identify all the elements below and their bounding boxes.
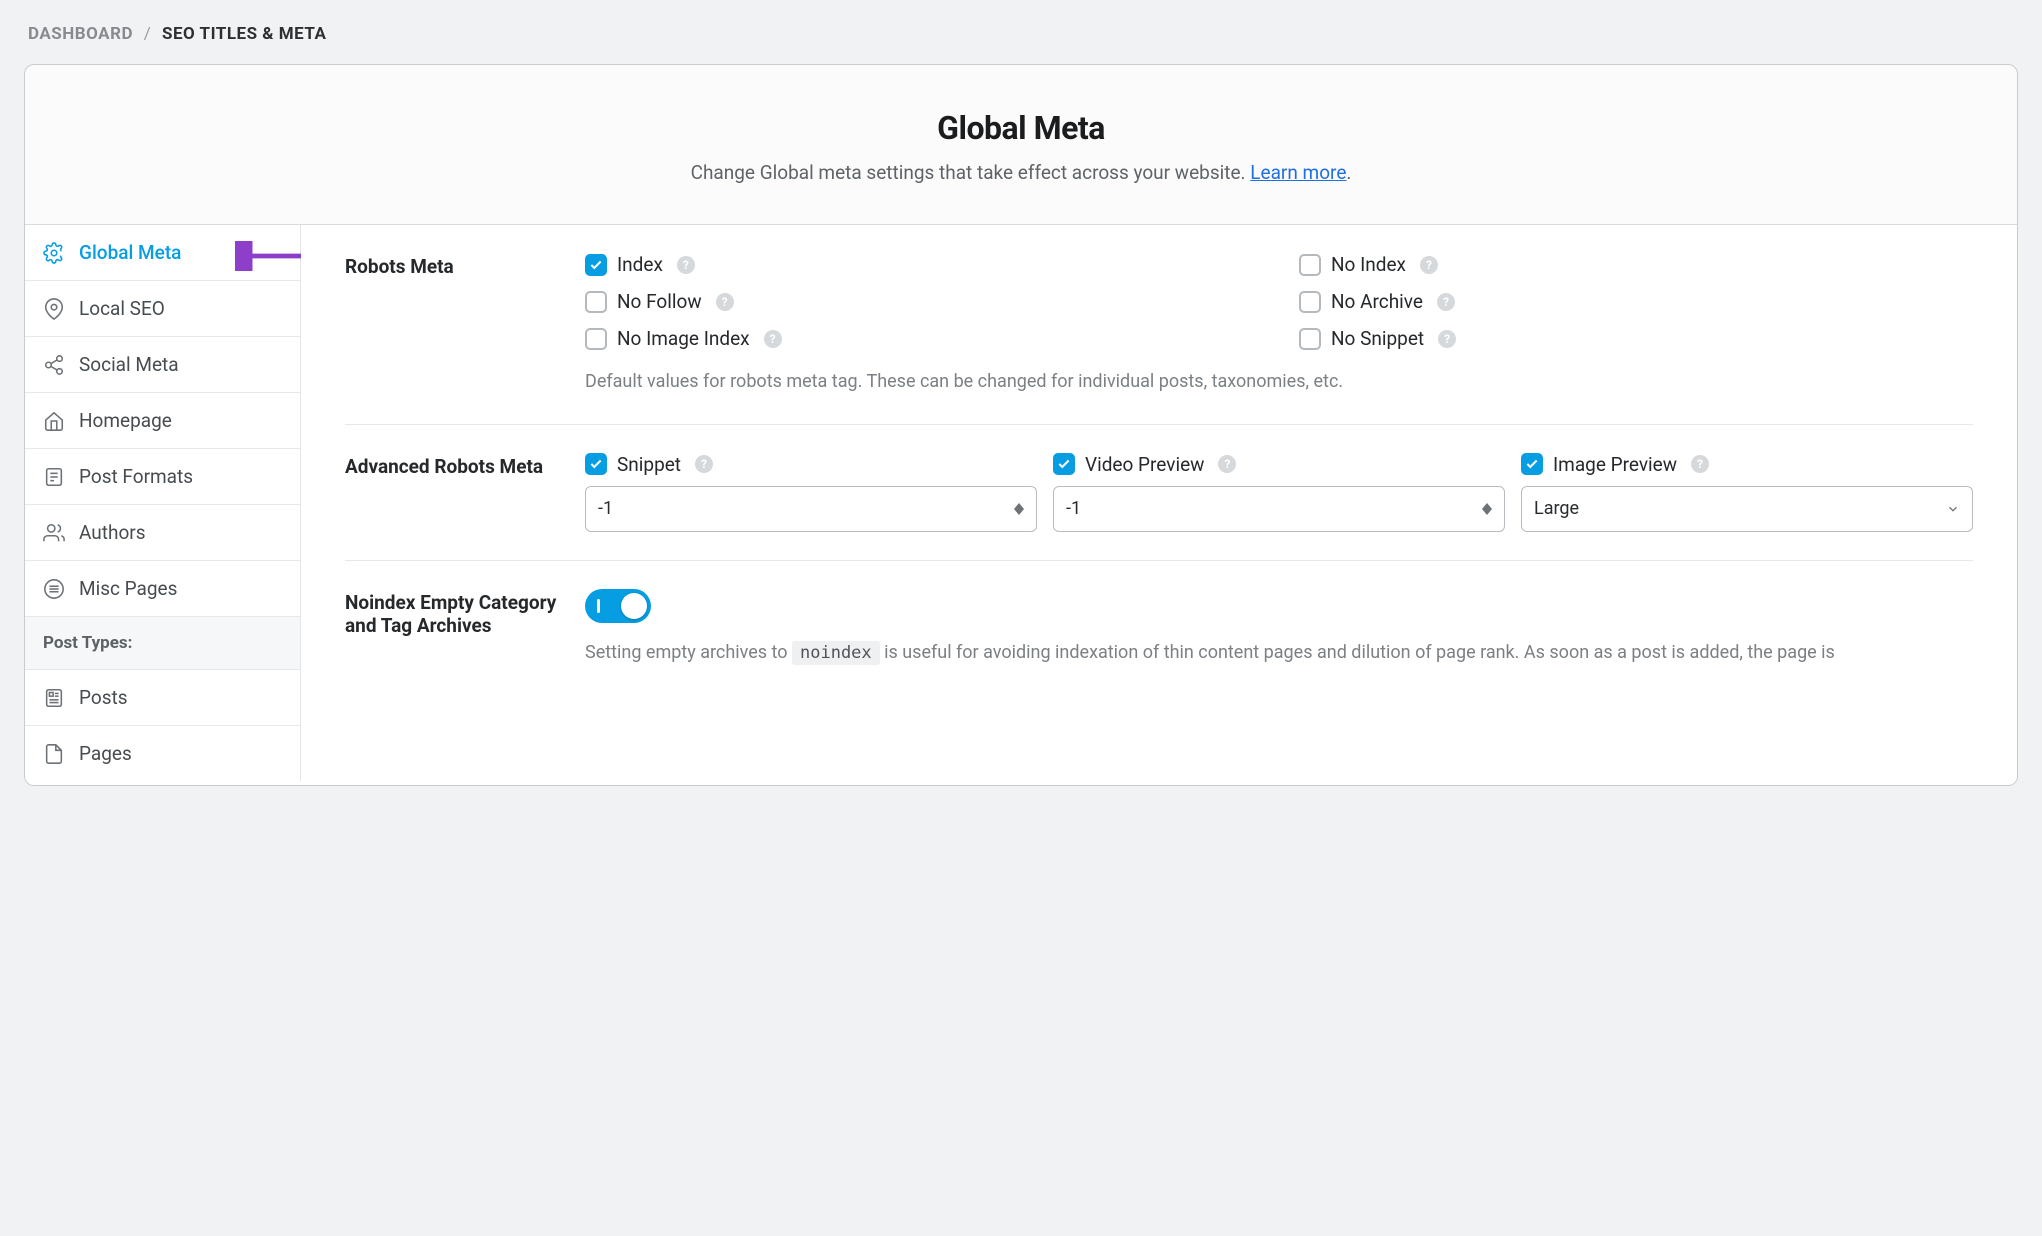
- advanced-robots-label: Advanced Robots Meta: [345, 453, 581, 532]
- settings-card: Global Meta Change Global meta settings …: [24, 64, 2018, 786]
- breadcrumb-dashboard[interactable]: DASHBOARD: [28, 24, 133, 44]
- help-icon[interactable]: ?: [1420, 256, 1438, 274]
- robots-meta-hint: Default values for robots meta tag. Thes…: [585, 368, 1973, 396]
- checkbox-icon: [585, 291, 607, 313]
- settings-sidebar: Global Meta Local SEO Social Meta: [25, 225, 301, 781]
- checkbox-icon: [585, 453, 607, 475]
- checkbox-noarchive[interactable]: No Archive ?: [1299, 290, 1973, 313]
- help-icon[interactable]: ?: [677, 256, 695, 274]
- sidebar-item-social-meta[interactable]: Social Meta: [25, 337, 300, 393]
- sidebar-item-pages[interactable]: Pages: [25, 726, 300, 781]
- checkbox-label: No Image Index: [617, 327, 750, 350]
- chevron-down-icon: [1946, 502, 1960, 516]
- robots-meta-row: Robots Meta Index ? No Index ?: [345, 253, 1973, 424]
- noindex-empty-archives-row: Noindex Empty Category and Tag Archives …: [345, 560, 1973, 695]
- noindex-empty-note: Setting empty archives to noindex is use…: [585, 639, 1973, 667]
- list-icon: [43, 578, 65, 600]
- sidebar-group-post-types: Post Types:: [25, 617, 300, 670]
- checkbox-icon: [1299, 291, 1321, 313]
- checkbox-icon: [1521, 453, 1543, 475]
- checkbox-label: Index: [617, 253, 663, 276]
- field-value: -1: [598, 498, 613, 519]
- help-icon[interactable]: ?: [716, 293, 734, 311]
- sidebar-item-label: Misc Pages: [79, 577, 177, 600]
- sidebar-item-misc-pages[interactable]: Misc Pages: [25, 561, 300, 617]
- breadcrumb: DASHBOARD / SEO TITLES & META: [24, 24, 2018, 64]
- checkbox-noindex[interactable]: No Index ?: [1299, 253, 1973, 276]
- sidebar-item-label: Posts: [79, 686, 128, 709]
- share-icon: [43, 354, 65, 376]
- card-header: Global Meta Change Global meta settings …: [25, 65, 2017, 225]
- snippet-input[interactable]: -1: [585, 486, 1037, 532]
- checkbox-label: No Index: [1331, 253, 1406, 276]
- sidebar-item-label: Homepage: [79, 409, 172, 432]
- map-pin-icon: [43, 298, 65, 320]
- noindex-empty-label: Noindex Empty Category and Tag Archives: [345, 589, 581, 667]
- checkbox-icon: [585, 254, 607, 276]
- sidebar-item-authors[interactable]: Authors: [25, 505, 300, 561]
- checkbox-icon: [585, 328, 607, 350]
- help-icon[interactable]: ?: [1438, 330, 1456, 348]
- stepper-icon[interactable]: [1482, 503, 1492, 515]
- stepper-icon[interactable]: [1014, 503, 1024, 515]
- help-icon[interactable]: ?: [1691, 455, 1709, 473]
- checkbox-nosnippet[interactable]: No Snippet ?: [1299, 327, 1973, 350]
- sidebar-item-label: Authors: [79, 521, 146, 544]
- settings-content: Robots Meta Index ? No Index ?: [301, 225, 2017, 785]
- page-subtitle: Change Global meta settings that take ef…: [65, 161, 1977, 184]
- checkbox-nofollow[interactable]: No Follow ?: [585, 290, 1259, 313]
- document-icon: [43, 466, 65, 488]
- help-icon[interactable]: ?: [764, 330, 782, 348]
- users-icon: [43, 522, 65, 544]
- sidebar-item-label: Global Meta: [79, 241, 181, 264]
- checkbox-noimageindex[interactable]: No Image Index ?: [585, 327, 1259, 350]
- sidebar-item-posts[interactable]: Posts: [25, 670, 300, 726]
- sidebar-item-label: Pages: [79, 742, 132, 765]
- checkbox-icon: [1299, 328, 1321, 350]
- page-title: Global Meta: [65, 109, 1977, 147]
- checkbox-image-preview[interactable]: Image Preview ?: [1521, 453, 1973, 476]
- help-icon[interactable]: ?: [1218, 455, 1236, 473]
- page-icon: [43, 743, 65, 765]
- gear-icon: [43, 242, 65, 264]
- sidebar-item-global-meta[interactable]: Global Meta: [25, 225, 300, 281]
- checkbox-icon: [1299, 254, 1321, 276]
- robots-meta-label: Robots Meta: [345, 253, 581, 396]
- advanced-robots-row: Advanced Robots Meta Snippet ? -1: [345, 424, 1973, 560]
- checkbox-icon: [1053, 453, 1075, 475]
- sidebar-item-label: Local SEO: [79, 297, 165, 320]
- checkbox-label: Image Preview: [1553, 453, 1677, 476]
- sidebar-item-homepage[interactable]: Homepage: [25, 393, 300, 449]
- post-icon: [43, 687, 65, 709]
- sidebar-item-post-formats[interactable]: Post Formats: [25, 449, 300, 505]
- checkbox-label: Video Preview: [1085, 453, 1204, 476]
- breadcrumb-separator: /: [138, 24, 158, 44]
- noindex-empty-toggle[interactable]: [585, 589, 651, 623]
- checkbox-label: Snippet: [617, 453, 681, 476]
- home-icon: [43, 410, 65, 432]
- checkbox-label: No Follow: [617, 290, 702, 313]
- checkbox-label: No Snippet: [1331, 327, 1424, 350]
- sidebar-item-label: Post Formats: [79, 465, 193, 488]
- image-preview-select[interactable]: Large: [1521, 486, 1973, 532]
- sidebar-item-local-seo[interactable]: Local SEO: [25, 281, 300, 337]
- learn-more-link[interactable]: Learn more: [1250, 161, 1346, 184]
- checkbox-index[interactable]: Index ?: [585, 253, 1259, 276]
- help-icon[interactable]: ?: [1437, 293, 1455, 311]
- checkbox-label: No Archive: [1331, 290, 1423, 313]
- field-value: -1: [1066, 498, 1081, 519]
- checkbox-video-preview[interactable]: Video Preview ?: [1053, 453, 1505, 476]
- sidebar-item-label: Social Meta: [79, 353, 179, 376]
- checkbox-snippet[interactable]: Snippet ?: [585, 453, 1037, 476]
- help-icon[interactable]: ?: [695, 455, 713, 473]
- video-preview-input[interactable]: -1: [1053, 486, 1505, 532]
- noindex-code: noindex: [792, 641, 880, 665]
- breadcrumb-current: SEO TITLES & META: [162, 24, 326, 44]
- field-value: Large: [1534, 498, 1579, 519]
